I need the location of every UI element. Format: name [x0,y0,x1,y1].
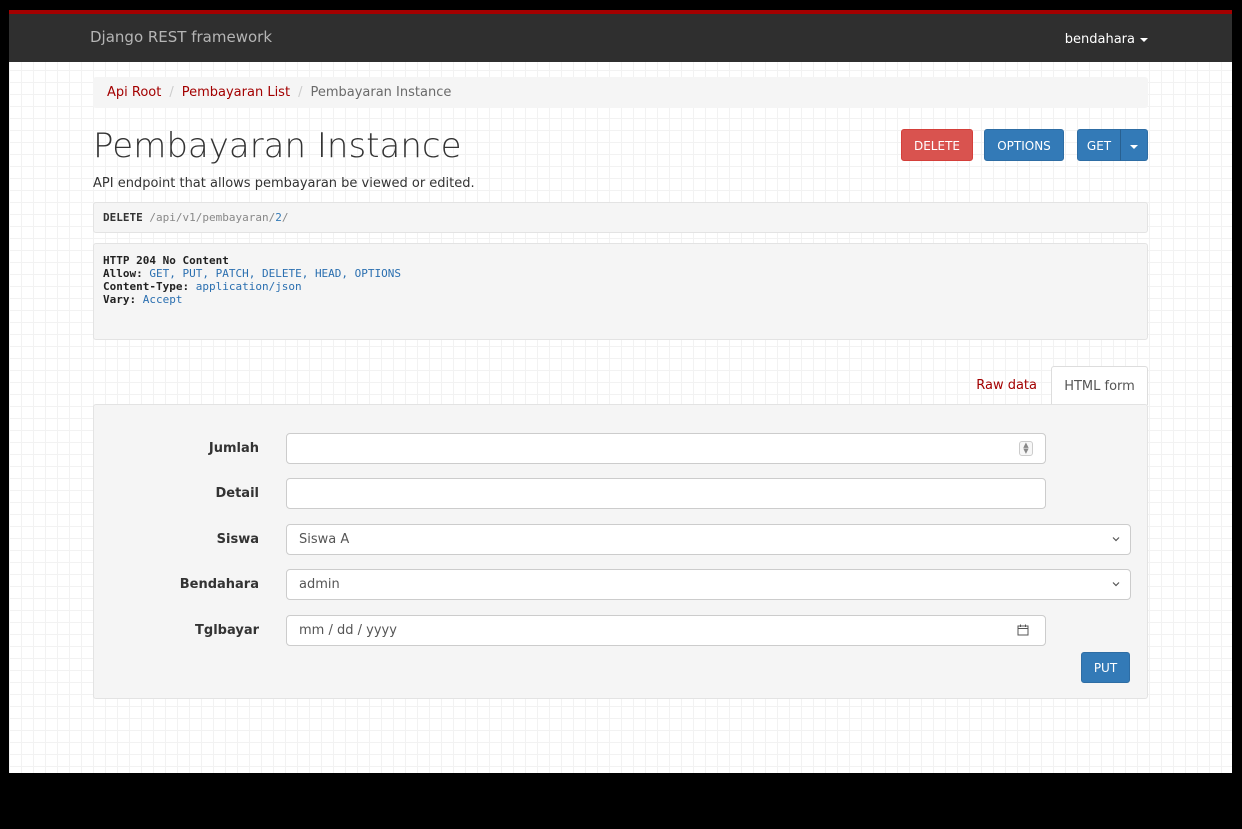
html-form: Jumlah ▲ ▼ Detail Siswa Siswa A Bendahara… [93,404,1148,699]
response-header: Content-Type: application/json [103,280,1138,293]
caret-down-icon [1130,144,1138,149]
header-value: application/json [195,280,302,293]
chevron-down-icon [1112,537,1120,542]
header-name: Vary: [103,293,137,306]
brand-link[interactable]: Django REST framework [90,28,272,46]
response-header: Allow: GET, PUT, PATCH, DELETE, HEAD, OP… [103,267,1138,280]
breadcrumb-separator: / [169,85,174,100]
jumlah-label: Jumlah [208,441,259,456]
user-menu[interactable]: bendahara [1065,32,1148,47]
siswa-selected-value: Siswa A [299,532,350,547]
response-header: Vary: Accept [103,293,1138,306]
navbar: Django REST framework bendahara [9,10,1232,62]
response-status: HTTP 204 No Content [103,254,229,267]
detail-label: Detail [215,486,259,501]
caret-down-icon [1140,37,1148,42]
put-button[interactable]: PUT [1081,652,1130,683]
request-trailing-slash: / [281,211,289,224]
request-info: DELETE /api/v1/pembayaran/2/ [93,202,1148,233]
tab-html-form[interactable]: HTML form [1051,366,1148,405]
breadcrumb-pembayaran-list[interactable]: Pembayaran List [182,85,290,100]
bendahara-label: Bendahara [179,577,259,592]
tglbayar-date-input[interactable]: mm / dd / yyyy [286,615,1046,646]
header-name: Allow: [103,267,143,280]
request-method: DELETE [103,211,143,224]
request-pk: 2 [275,211,282,224]
header-value: GET, PUT, PATCH, DELETE, HEAD, OPTIONS [149,267,402,280]
options-button[interactable]: OPTIONS [984,129,1064,161]
page-description: API endpoint that allows pembayaran be v… [93,176,475,191]
tglbayar-placeholder: mm / dd / yyyy [299,623,397,638]
page-title: Pembayaran Instance [93,126,462,166]
header-value: Accept [142,293,183,306]
breadcrumb-api-root[interactable]: Api Root [107,85,161,100]
breadcrumb-current: Pembayaran Instance [310,85,452,100]
jumlah-input[interactable]: ▲ ▼ [286,433,1046,464]
calendar-icon[interactable] [1017,624,1029,636]
get-format-dropdown-button[interactable] [1120,129,1148,161]
delete-button[interactable]: DELETE [901,129,973,161]
breadcrumb-separator: / [298,85,303,100]
get-button[interactable]: GET [1077,129,1121,161]
siswa-label: Siswa [216,532,259,547]
browser-viewport: Django REST framework bendahara Api Root… [9,10,1232,773]
user-name: bendahara [1064,32,1135,47]
siswa-select[interactable]: Siswa A [286,524,1131,555]
number-spinner-icon[interactable]: ▲ ▼ [1019,441,1033,456]
breadcrumb: Api Root / Pembayaran List / Pembayaran Inst… [93,77,1148,108]
response-info: HTTP 204 No Content Allow: GET, PUT, PAT… [93,243,1148,340]
request-path: /api/v1/pembayaran/ [149,211,276,224]
tglbayar-label: Tglbayar [195,623,259,638]
header-name: Content-Type: [103,280,190,293]
tab-raw-data[interactable]: Raw data [962,366,1051,405]
detail-input[interactable] [286,478,1046,509]
bendahara-select[interactable]: admin [286,569,1131,600]
bendahara-selected-value: admin [299,577,340,592]
chevron-down-icon [1112,582,1120,587]
